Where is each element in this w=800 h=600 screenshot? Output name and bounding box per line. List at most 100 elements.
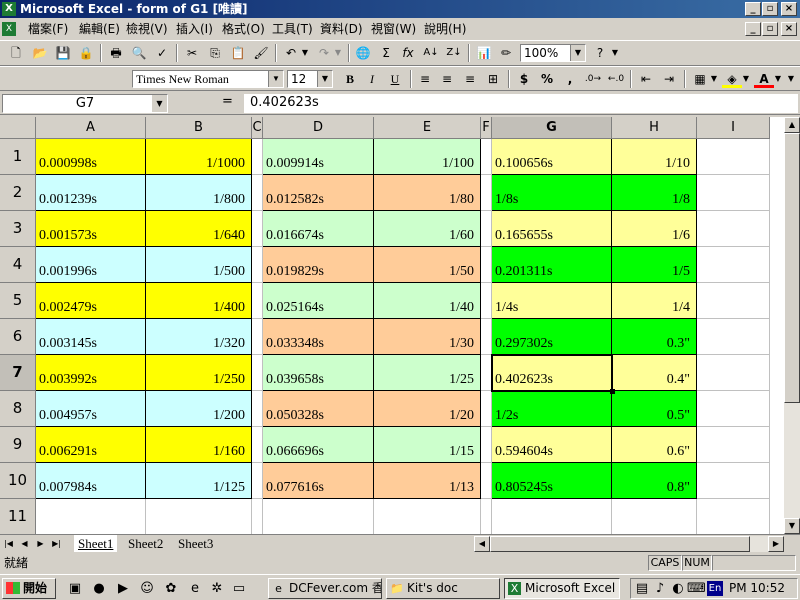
cell-a5[interactable]: 0.002479s [36, 283, 146, 319]
cell-d11[interactable] [263, 499, 374, 534]
cell-i8[interactable] [697, 391, 770, 427]
media-icon[interactable]: ▶ [114, 580, 132, 598]
undo-dropdown-icon[interactable]: ▼ [300, 44, 310, 62]
column-header-a[interactable]: A [36, 117, 146, 139]
cell-f6[interactable] [481, 319, 492, 355]
cell-f2[interactable] [481, 175, 492, 211]
column-header-b[interactable]: B [146, 117, 252, 139]
horizontal-scrollbar[interactable]: ◀ ▶ [474, 536, 784, 552]
column-header-g[interactable]: G [492, 117, 612, 139]
column-header-f[interactable]: F [481, 117, 492, 139]
cell-b6[interactable]: 1/320 [146, 319, 252, 355]
increase-decimal-icon[interactable]: .0→ [583, 70, 603, 88]
column-header-c[interactable]: C [252, 117, 263, 139]
cell-a11[interactable] [36, 499, 146, 534]
scroll-right-icon[interactable]: ▶ [768, 536, 784, 552]
row-header-7[interactable]: 7 [0, 355, 36, 391]
cell-b3[interactable]: 1/640 [146, 211, 252, 247]
cell-i11[interactable] [697, 499, 770, 534]
desktop-icon[interactable]: ▣ [66, 580, 84, 598]
name-box[interactable]: G7 ▼ [2, 94, 168, 113]
scroll-left-icon[interactable]: ◀ [474, 536, 490, 552]
underline-button[interactable]: U [385, 70, 405, 88]
row-header-10[interactable]: 10 [0, 463, 36, 499]
ie-icon[interactable]: e [186, 580, 204, 598]
italic-button[interactable]: I [362, 70, 382, 88]
cell-e10[interactable]: 1/13 [374, 463, 481, 499]
cell-c9[interactable] [252, 427, 263, 463]
font-size-select[interactable]: 12 ▼ [287, 70, 333, 88]
chart-wizard-icon[interactable]: 📊 [474, 44, 494, 62]
cell-b9[interactable]: 1/160 [146, 427, 252, 463]
doc-close-button[interactable]: × [781, 22, 797, 36]
menu-edit[interactable]: 編輯(E) [79, 19, 120, 39]
cell-g9[interactable]: 0.594604s [492, 427, 612, 463]
function-icon[interactable]: fx [398, 44, 418, 62]
decrease-decimal-icon[interactable]: ←.0 [606, 70, 626, 88]
align-center-icon[interactable]: ≡ [437, 70, 457, 88]
autosum-icon[interactable]: Σ [376, 44, 396, 62]
cell-d10[interactable]: 0.077616s [263, 463, 374, 499]
cell-c8[interactable] [252, 391, 263, 427]
cut-icon[interactable]: ✂ [182, 44, 202, 62]
cell-a1[interactable]: 0.000998s [36, 139, 146, 175]
cell-i3[interactable] [697, 211, 770, 247]
cell-c3[interactable] [252, 211, 263, 247]
drawing-icon[interactable]: ✏ [496, 44, 516, 62]
chat-icon[interactable]: ✿ [162, 580, 180, 598]
row-header-4[interactable]: 4 [0, 247, 36, 283]
vertical-scrollbar[interactable]: ▲ ▼ [784, 117, 800, 534]
cell-c4[interactable] [252, 247, 263, 283]
cell-i7[interactable] [697, 355, 770, 391]
row-header-9[interactable]: 9 [0, 427, 36, 463]
cell-f11[interactable] [481, 499, 492, 534]
cell-h8[interactable]: 0.5" [612, 391, 697, 427]
cell-b2[interactable]: 1/800 [146, 175, 252, 211]
borders-dropdown-icon[interactable]: ▼ [709, 70, 719, 88]
cell-d6[interactable]: 0.033348s [263, 319, 374, 355]
align-left-icon[interactable]: ≡ [415, 70, 435, 88]
fill-color-dropdown-icon[interactable]: ▼ [741, 70, 751, 88]
cell-b10[interactable]: 1/125 [146, 463, 252, 499]
row-header-11[interactable]: 11 [0, 499, 36, 534]
task-excel[interactable]: X Microsoft Excel -... [504, 578, 620, 599]
cell-d1[interactable]: 0.009914s [263, 139, 374, 175]
menu-window[interactable]: 視窗(W) [371, 19, 416, 39]
row-header-5[interactable]: 5 [0, 283, 36, 319]
sheet-tab-sheet2[interactable]: Sheet2 [124, 535, 167, 552]
cell-f7[interactable] [481, 355, 492, 391]
chevron-down-icon[interactable]: ▼ [268, 71, 283, 87]
row-header-3[interactable]: 3 [0, 211, 36, 247]
volume-icon[interactable]: ♪ [651, 580, 669, 598]
merge-center-icon[interactable]: ⊞ [483, 70, 503, 88]
cell-h1[interactable]: 1/10 [612, 139, 697, 175]
cell-a7[interactable]: 0.003992s [36, 355, 146, 391]
cell-g10[interactable]: 0.805245s [492, 463, 612, 499]
borders-icon[interactable]: ▦ [690, 70, 710, 88]
cell-b4[interactable]: 1/500 [146, 247, 252, 283]
align-right-icon[interactable]: ≡ [460, 70, 480, 88]
toolbar-options-icon[interactable]: ▼ [786, 70, 796, 88]
cell-h7[interactable]: 0.4" [612, 355, 697, 391]
vertical-scroll-thumb[interactable] [784, 133, 800, 403]
cell-h11[interactable] [612, 499, 697, 534]
increase-indent-icon[interactable]: ⇥ [659, 70, 679, 88]
cell-h4[interactable]: 1/5 [612, 247, 697, 283]
workbook-icon[interactable]: X [2, 22, 16, 36]
cell-e4[interactable]: 1/50 [374, 247, 481, 283]
select-all-corner[interactable] [0, 117, 36, 139]
chevron-down-icon[interactable]: ▼ [570, 45, 585, 61]
cell-i6[interactable] [697, 319, 770, 355]
print-icon[interactable]: 🖶 [106, 44, 126, 62]
cell-f4[interactable] [481, 247, 492, 283]
horizontal-scroll-thumb[interactable] [490, 536, 750, 552]
zoom-select[interactable]: 100% ▼ [520, 44, 586, 62]
cell-f1[interactable] [481, 139, 492, 175]
cell-g11[interactable] [492, 499, 612, 534]
cell-d9[interactable]: 0.066696s [263, 427, 374, 463]
cell-f5[interactable] [481, 283, 492, 319]
bold-button[interactable]: B [340, 70, 360, 88]
font-color-dropdown-icon[interactable]: ▼ [773, 70, 783, 88]
new-icon[interactable]: 🗋 [6, 44, 26, 62]
cell-e3[interactable]: 1/60 [374, 211, 481, 247]
